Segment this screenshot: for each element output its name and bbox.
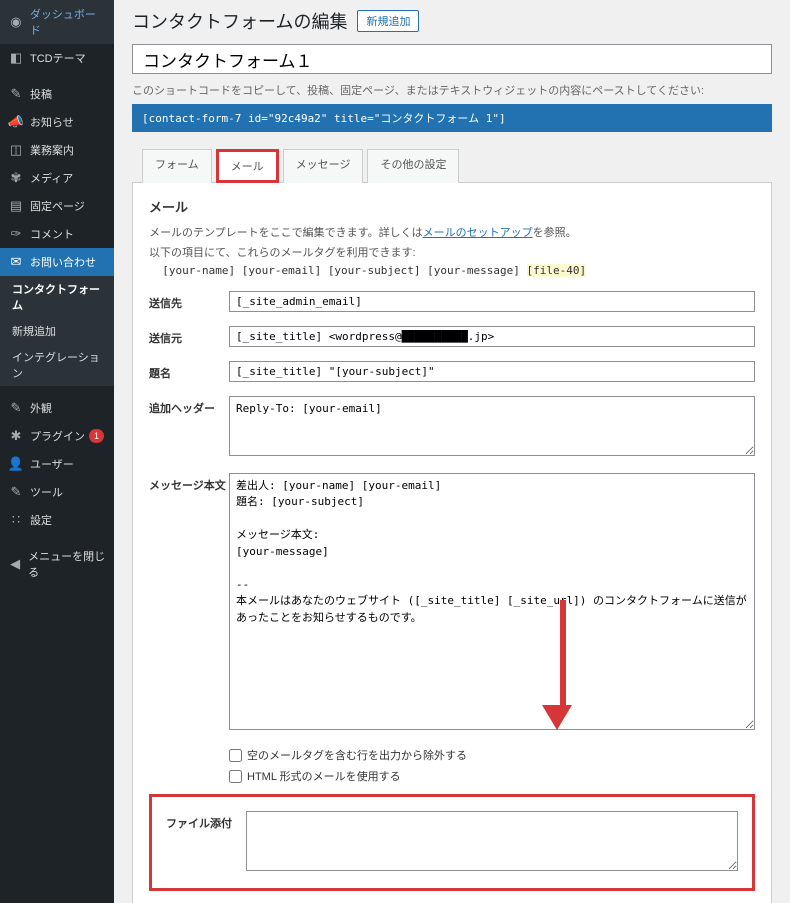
tool-icon: ✎ bbox=[8, 484, 24, 500]
mail-icon: ✉ bbox=[8, 254, 24, 270]
sidebar-item-comments[interactable]: ✑ コメント bbox=[0, 220, 114, 248]
use-html-checkbox[interactable] bbox=[229, 770, 242, 783]
megaphone-icon: 📣 bbox=[8, 114, 24, 130]
mail-tags: [your-name] [your-email] [your-subject] … bbox=[149, 264, 755, 277]
layout-icon: ◫ bbox=[8, 142, 24, 158]
theme-icon: ◧ bbox=[8, 50, 24, 66]
use-html-label: HTML 形式のメールを使用する bbox=[247, 768, 401, 784]
mail-panel: メール メールのテンプレートをここで編集できます。詳しくはメールのセットアップを… bbox=[132, 183, 772, 903]
form-title-input[interactable] bbox=[132, 44, 772, 74]
exclude-blank-label: 空のメールタグを含む行を出力から除外する bbox=[247, 747, 467, 763]
sidebar-label: プラグイン bbox=[30, 428, 85, 444]
add-new-button[interactable]: 新規追加 bbox=[357, 10, 419, 32]
sidebar-sub-integration[interactable]: インテグレーション bbox=[0, 344, 114, 386]
tabs: フォーム メール メッセージ その他の設定 bbox=[132, 148, 772, 183]
sidebar-label: 投稿 bbox=[30, 86, 52, 102]
sidebar-label: ダッシュボード bbox=[30, 6, 106, 38]
attach-input[interactable] bbox=[246, 811, 738, 871]
user-icon: 👤 bbox=[8, 456, 24, 472]
mail-tag-highlight: [file-40] bbox=[527, 264, 587, 277]
sidebar-item-settings[interactable]: ∷ 設定 bbox=[0, 506, 114, 534]
sidebar-label: メニューを閉じる bbox=[28, 548, 106, 580]
headers-input[interactable]: Reply-To: [your-email] bbox=[229, 396, 755, 456]
sidebar-item-posts[interactable]: ✎ 投稿 bbox=[0, 80, 114, 108]
sidebar-item-plugins[interactable]: ✱ プラグイン 1 bbox=[0, 422, 114, 450]
sidebar-collapse[interactable]: ◀ メニューを閉じる bbox=[0, 542, 114, 586]
body-input[interactable]: 差出人: [your-name] [your-email] 題名: [your-… bbox=[229, 473, 755, 731]
sidebar-item-contact[interactable]: ✉ お問い合わせ bbox=[0, 248, 114, 276]
sidebar-label: お問い合わせ bbox=[30, 254, 96, 270]
page-icon: ▤ bbox=[8, 198, 24, 214]
attach-label: ファイル添付 bbox=[166, 811, 246, 831]
comment-icon: ✑ bbox=[8, 226, 24, 242]
mail-setup-link[interactable]: メールのセットアップ bbox=[423, 227, 533, 239]
sidebar-item-news[interactable]: 📣 お知らせ bbox=[0, 108, 114, 136]
sidebar-label: 外観 bbox=[30, 400, 52, 416]
update-badge: 1 bbox=[89, 429, 104, 443]
sidebar-item-pages[interactable]: ▤ 固定ページ bbox=[0, 192, 114, 220]
dashboard-icon: ◉ bbox=[8, 14, 24, 30]
mail-desc2: 以下の項目にて、これらのメールタグを利用できます: bbox=[149, 244, 755, 260]
settings-icon: ∷ bbox=[8, 512, 24, 528]
tab-messages[interactable]: メッセージ bbox=[283, 149, 364, 183]
file-attach-highlight: ファイル添付 bbox=[149, 794, 755, 891]
sidebar-item-tcd[interactable]: ◧ TCDテーマ bbox=[0, 44, 114, 72]
sidebar-submenu: コンタクトフォーム 新規追加 インテグレーション bbox=[0, 276, 114, 386]
from-input[interactable] bbox=[229, 326, 755, 347]
exclude-blank-checkbox[interactable] bbox=[229, 749, 242, 762]
sidebar-item-appearance[interactable]: ✎ 外観 bbox=[0, 394, 114, 422]
sidebar-item-dashboard[interactable]: ◉ ダッシュボード bbox=[0, 0, 114, 44]
sidebar-label: 固定ページ bbox=[30, 198, 85, 214]
pin-icon: ✎ bbox=[8, 86, 24, 102]
sidebar-sub-add[interactable]: 新規追加 bbox=[0, 318, 114, 344]
main-content: コンタクトフォームの編集 新規追加 このショートコードをコピーして、投稿、固定ペ… bbox=[114, 0, 790, 903]
plugin-icon: ✱ bbox=[8, 428, 24, 444]
shortcode-display[interactable]: [contact-form-7 id="92c49a2" title="コンタク… bbox=[132, 104, 772, 132]
sidebar-item-users[interactable]: 👤 ユーザー bbox=[0, 450, 114, 478]
admin-sidebar: ◉ ダッシュボード ◧ TCDテーマ ✎ 投稿 📣 お知らせ ◫ 業務案内 ✾ メディア ▤… bbox=[0, 0, 114, 903]
sidebar-label: お知らせ bbox=[30, 114, 74, 130]
sidebar-label: TCDテーマ bbox=[30, 50, 86, 66]
tab-form[interactable]: フォーム bbox=[142, 149, 212, 183]
sidebar-label: ツール bbox=[30, 484, 63, 500]
collapse-icon: ◀ bbox=[8, 556, 22, 572]
media-icon: ✾ bbox=[8, 170, 24, 186]
tab-mail[interactable]: メール bbox=[216, 149, 279, 183]
sidebar-label: 設定 bbox=[30, 512, 52, 528]
sidebar-sub-forms[interactable]: コンタクトフォーム bbox=[0, 276, 114, 318]
subject-input[interactable] bbox=[229, 361, 755, 382]
to-label: 送信先 bbox=[149, 291, 229, 311]
sidebar-label: ユーザー bbox=[30, 456, 74, 472]
sidebar-label: コメント bbox=[30, 226, 74, 242]
shortcode-help: このショートコードをコピーして、投稿、固定ページ、またはテキストウィジェットの内… bbox=[132, 82, 772, 98]
mail-heading: メール bbox=[149, 197, 755, 216]
sidebar-item-tools[interactable]: ✎ ツール bbox=[0, 478, 114, 506]
sidebar-label: メディア bbox=[30, 170, 73, 186]
body-label: メッセージ本文 bbox=[149, 473, 229, 493]
tab-other[interactable]: その他の設定 bbox=[367, 149, 459, 183]
brush-icon: ✎ bbox=[8, 400, 24, 416]
sidebar-item-media[interactable]: ✾ メディア bbox=[0, 164, 114, 192]
to-input[interactable] bbox=[229, 291, 755, 312]
subject-label: 題名 bbox=[149, 361, 229, 381]
sidebar-item-service[interactable]: ◫ 業務案内 bbox=[0, 136, 114, 164]
from-label: 送信元 bbox=[149, 326, 229, 346]
sidebar-label: 業務案内 bbox=[30, 142, 74, 158]
headers-label: 追加ヘッダー bbox=[149, 396, 229, 416]
page-title: コンタクトフォームの編集 bbox=[132, 8, 347, 34]
mail-desc1: メールのテンプレートをここで編集できます。詳しくはメールのセットアップを参照。 bbox=[149, 224, 755, 240]
